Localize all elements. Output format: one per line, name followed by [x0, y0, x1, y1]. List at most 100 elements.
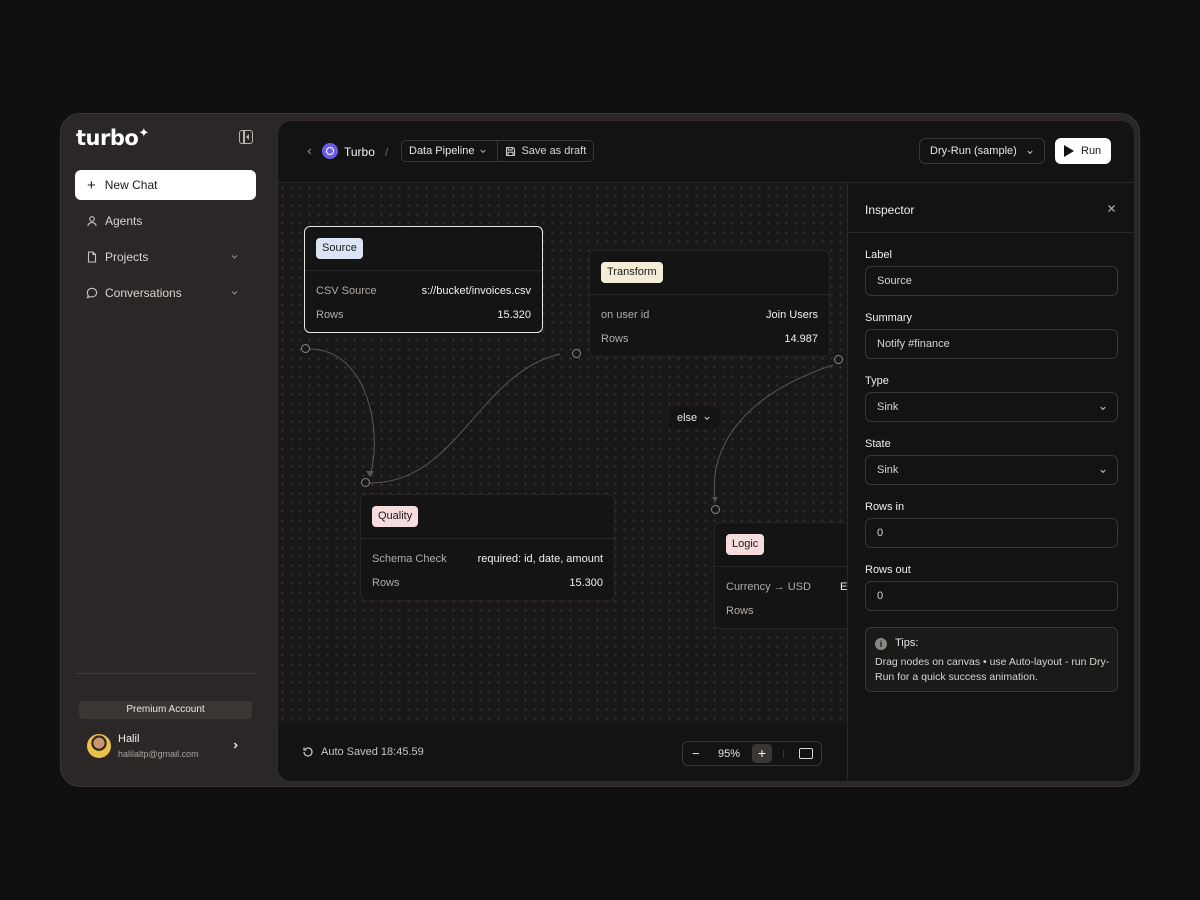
node-tag: Transform — [601, 262, 663, 283]
autosave-label: Auto Saved 18:45.59 — [321, 746, 424, 758]
chevron-down-icon — [480, 149, 487, 154]
user-icon — [87, 216, 97, 227]
input-port[interactable] — [572, 349, 581, 358]
node-header: Logic — [715, 523, 847, 567]
row-value: 15.300 — [569, 577, 603, 589]
row-value: E — [840, 581, 847, 593]
autosave-status: Auto Saved 18:45.59 — [302, 746, 424, 758]
pipeline-select[interactable]: Data Pipeline — [402, 141, 499, 161]
file-icon — [87, 251, 97, 263]
chevron-left-icon[interactable] — [305, 147, 314, 156]
sidebar-item-projects[interactable]: Projects — [75, 242, 256, 272]
save-draft-button[interactable]: Save as draft — [498, 141, 593, 161]
node-tag: Logic — [726, 534, 765, 555]
row-key: CSV Source — [316, 285, 377, 297]
type-value: Sink — [877, 401, 899, 413]
chat-bubble-icon — [86, 287, 98, 299]
tips-box: i Tips: Drag nodes on canvas • use Auto-… — [865, 627, 1118, 692]
sidebar-item-agents[interactable]: Agents — [75, 206, 256, 236]
rows-out-input[interactable]: 0 — [865, 581, 1118, 611]
chevron-down-icon[interactable] — [230, 288, 239, 297]
output-port[interactable] — [834, 355, 843, 364]
branch-label: else — [677, 412, 698, 424]
rows-out-field-label: Rows out — [865, 564, 911, 576]
state-select[interactable]: Sink — [865, 455, 1118, 485]
close-icon[interactable] — [1107, 204, 1116, 213]
label-field-label: Label — [865, 249, 892, 261]
breadcrumb: Data Pipeline Save as draft — [401, 140, 595, 162]
node-transform[interactable]: Transform on user id Join Users Rows 14.98… — [589, 250, 830, 357]
zoom-in-button[interactable]: + — [752, 744, 772, 763]
row-key: Rows — [372, 577, 400, 589]
pipeline-canvas[interactable]: Source CSV Source s://bucket/invoices.csv… — [278, 183, 847, 723]
chevron-right-icon[interactable] — [231, 741, 240, 750]
chevron-down-icon — [1027, 150, 1033, 155]
divider — [783, 750, 784, 758]
new-chat-label: New Chat — [104, 178, 158, 192]
user-profile[interactable]: Halil halilaltp@gmail.com — [87, 733, 247, 763]
row-key: Rows — [601, 333, 629, 345]
run-label: Run — [1081, 145, 1102, 157]
row-key: on user id — [601, 309, 650, 321]
node-header: Quality — [361, 495, 614, 539]
run-button[interactable]: Run — [1055, 138, 1111, 164]
node-quality[interactable]: Quality Schema Check required: id, date, … — [360, 494, 615, 601]
node-header: Transform — [590, 251, 829, 295]
summary-field-label: Summary — [865, 312, 913, 324]
row-value: 15.320 — [497, 309, 531, 321]
node-logic[interactable]: Logic Currency → USD E Rows — [714, 522, 847, 629]
breadcrumb-separator: / — [385, 145, 389, 159]
row-key: Rows — [316, 309, 344, 321]
fit-view-icon[interactable] — [799, 748, 813, 759]
row-value: 14.987 — [784, 333, 818, 345]
sidebar-item-label: Projects — [105, 250, 149, 264]
user-name: Halil — [118, 733, 140, 745]
input-port[interactable] — [361, 478, 370, 487]
new-chat-button[interactable]: + New Chat — [75, 170, 256, 200]
node-tag: Quality — [372, 506, 419, 527]
run-mode-label: Dry-Run (sample) — [930, 145, 1017, 157]
node-header: Source — [305, 227, 542, 271]
brand-logo-icon — [322, 143, 338, 159]
branch-condition-select[interactable]: else — [669, 407, 720, 429]
sparkle-icon: ✦ — [138, 126, 149, 141]
row-value: Join Users — [766, 309, 818, 321]
plus-icon: + — [87, 176, 96, 194]
main-panel: Turbo / Data Pipeline Save as draft Dry-… — [277, 120, 1135, 782]
output-port[interactable] — [301, 344, 310, 353]
refresh-icon — [303, 747, 313, 757]
sidebar-item-conversations[interactable]: Conversations — [75, 278, 256, 308]
run-mode-select[interactable]: Dry-Run (sample) — [919, 138, 1045, 164]
row-key: Currency → USD — [726, 581, 811, 593]
row-key: Schema Check — [372, 553, 447, 565]
rows-in-input[interactable]: 0 — [865, 518, 1118, 548]
input-port[interactable] — [711, 505, 720, 514]
summary-input[interactable]: Notify #finance — [865, 329, 1118, 359]
zoom-level: 95% — [718, 748, 741, 760]
tips-body: Drag nodes on canvas • use Auto-layout -… — [875, 656, 1110, 683]
app-window: turbo✦ + New Chat Agents Projects Conver… — [60, 113, 1140, 787]
info-icon: i — [875, 638, 887, 650]
breadcrumb-brand[interactable]: Turbo — [344, 145, 375, 159]
state-value: Sink — [877, 464, 899, 476]
zoom-out-button[interactable]: − — [692, 747, 700, 760]
chevron-down-icon[interactable] — [230, 252, 239, 261]
bottom-bar: Auto Saved 18:45.59 − 95% + — [278, 723, 847, 781]
divider — [75, 673, 256, 674]
rows-in-field-label: Rows in — [865, 501, 905, 513]
chevron-down-icon — [704, 416, 710, 421]
state-field-label: State — [865, 438, 891, 450]
account-badge: Premium Account — [79, 701, 252, 719]
node-source[interactable]: Source CSV Source s://bucket/invoices.csv… — [304, 226, 543, 333]
save-draft-label: Save as draft — [521, 145, 587, 157]
type-select[interactable]: Sink — [865, 392, 1118, 422]
floppy-disk-icon — [506, 146, 516, 156]
inspector-header: Inspector — [848, 183, 1134, 233]
row-key: Rows — [726, 605, 754, 617]
label-input[interactable]: Source — [865, 266, 1118, 296]
tips-title: Tips: — [895, 637, 919, 649]
sidebar-toggle-icon[interactable] — [239, 130, 253, 144]
user-email: halilaltp@gmail.com — [118, 749, 199, 759]
chevron-down-icon — [1100, 469, 1106, 474]
row-value: required: id, date, amount — [477, 553, 603, 565]
